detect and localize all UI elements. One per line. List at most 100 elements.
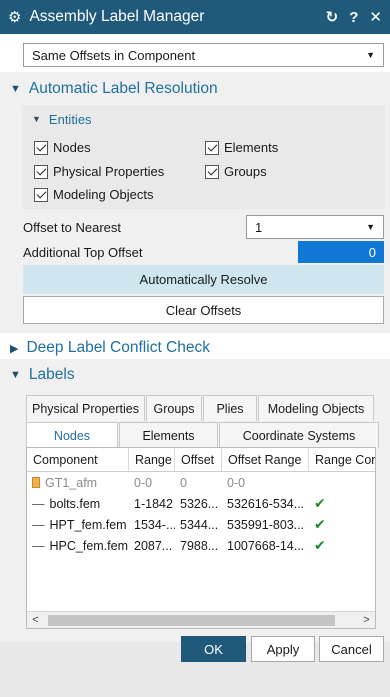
column-header[interactable]: Range Con [309, 448, 375, 471]
top-offset-input[interactable]: 0 [298, 241, 384, 263]
component-name: bolts.fem [49, 496, 101, 511]
entities-header[interactable]: ▼ Entities [22, 105, 385, 133]
table-row[interactable]: GT1_afm 0-0 0 0-0 [27, 472, 375, 493]
offset-nearest-value: 1 [255, 219, 263, 235]
checkbox-checked[interactable] [34, 187, 48, 202]
scroll-right-icon[interactable]: > [358, 614, 375, 626]
table-row[interactable]: — HPC_fem.fem 2087... 7988... 1007668-14.… [27, 535, 375, 556]
component-cell: GT1_afm [27, 472, 129, 493]
offset-cell: 0 [180, 475, 187, 490]
labels-title: Labels [28, 366, 75, 383]
chevron-down-icon: ▼ [366, 222, 375, 232]
deep-check-title: Deep Label Conflict Check [26, 339, 210, 356]
groups-checkbox[interactable]: Groups [205, 164, 267, 179]
offset-mode-select[interactable]: Same Offsets in Component ▼ [23, 43, 384, 67]
offset-cell: 7988... [180, 538, 219, 553]
offset-range-cell: 1007668-14... [227, 538, 305, 553]
column-header[interactable]: Range [129, 448, 175, 471]
nodes-checkbox[interactable]: Nodes [34, 140, 91, 155]
scroll-left-icon[interactable]: < [27, 614, 44, 626]
checkbox-label: Groups [224, 164, 267, 179]
offset-cell: 5326... [180, 496, 219, 511]
offset-range-cell: 535991-803... [227, 517, 305, 532]
title-bar: ⚙ Assembly Label Manager ↻ ? ✕ [0, 0, 390, 34]
tab-physical-properties[interactable]: Physical Properties [26, 395, 145, 421]
offset-mode-value: Same Offsets in Component [32, 47, 196, 63]
component-cell: — bolts.fem [27, 493, 129, 514]
column-header[interactable]: Offset Range [222, 448, 309, 471]
table-header: Component Range Offset Offset Range Rang… [27, 448, 375, 472]
offset-range-cell: 532616-534... [227, 496, 305, 511]
auto-resolve-button[interactable]: Automatically Resolve [23, 265, 384, 294]
table-row[interactable]: — bolts.fem 1-1842 5326... 532616-534... … [27, 493, 375, 514]
check-icon: ✔ [314, 516, 326, 532]
entities-title: Entities [48, 111, 92, 127]
apply-button[interactable]: Apply [251, 636, 315, 662]
offset-nearest-label: Offset to Nearest [23, 220, 122, 235]
component-name: HPC_fem.fem [49, 538, 129, 553]
checkbox-label: Modeling Objects [53, 187, 154, 202]
chevron-down-icon: ▼ [366, 50, 375, 60]
reset-icon[interactable]: ↻ [326, 8, 339, 26]
tab-plies[interactable]: Plies [203, 395, 257, 421]
auto-resolution-header[interactable]: ▼ Automatic Label Resolution [0, 75, 390, 103]
checkbox-label: Elements [224, 140, 279, 155]
checkbox-label: Physical Properties [53, 164, 165, 179]
top-offset-label: Additional Top Offset [23, 245, 143, 260]
collapsed-triangle-icon: ▶ [10, 342, 19, 355]
labels-tabs-top: Physical Properties Groups Plies Modelin… [26, 395, 375, 421]
range-cell: 1534-... [134, 517, 175, 532]
table-row[interactable]: — HPT_fem.fem 1534-... 5344... 535991-803… [27, 514, 375, 535]
cancel-button[interactable]: Cancel [319, 636, 384, 662]
deep-check-header[interactable]: ▶ Deep Label Conflict Check [0, 334, 390, 362]
dialog-body: Same Offsets in Component ▼ ▼ Automatic … [0, 34, 390, 697]
tab-modeling-objects[interactable]: Modeling Objects [258, 395, 374, 421]
expand-triangle-icon: ▼ [10, 369, 21, 381]
fem-icon: — [32, 496, 45, 511]
component-cell: — HPC_fem.fem [27, 535, 129, 556]
fem-icon: — [32, 517, 45, 532]
tab-coordinate-systems[interactable]: Coordinate Systems [219, 422, 379, 448]
elements-checkbox[interactable]: Elements [205, 140, 278, 155]
assembly-icon [32, 477, 40, 488]
top-offset-value: 0 [368, 244, 376, 260]
check-icon [309, 472, 375, 493]
component-name: HPT_fem.fem [49, 517, 127, 532]
checkbox-checked[interactable] [205, 140, 219, 155]
scroll-thumb[interactable] [48, 614, 335, 626]
check-icon: ✔ [314, 495, 326, 511]
close-icon[interactable]: ✕ [369, 8, 382, 26]
clear-offsets-button[interactable]: Clear Offsets [23, 296, 384, 324]
offset-range-cell: 0-0 [227, 475, 246, 490]
component-cell: — HPT_fem.fem [27, 514, 129, 535]
range-cell: 1-1842 [134, 496, 173, 511]
ok-button[interactable]: OK [181, 636, 246, 662]
modeling-objects-checkbox[interactable]: Modeling Objects [34, 187, 153, 202]
range-cell: 2087... [134, 538, 173, 553]
tab-nodes[interactable]: Nodes [26, 422, 118, 448]
expand-triangle-icon: ▼ [10, 83, 21, 95]
horizontal-scrollbar[interactable]: < > [27, 611, 375, 628]
checkbox-checked[interactable] [205, 164, 219, 179]
check-icon: ✔ [314, 537, 326, 553]
window-title: Assembly Label Manager [29, 8, 205, 25]
checkbox-checked[interactable] [34, 164, 48, 179]
column-header[interactable]: Offset [175, 448, 222, 471]
help-icon[interactable]: ? [349, 9, 358, 26]
checkbox-label: Nodes [53, 140, 91, 155]
checkbox-checked[interactable] [34, 140, 48, 155]
gear-icon[interactable]: ⚙ [8, 8, 21, 26]
offset-nearest-select[interactable]: 1 ▼ [246, 215, 384, 239]
tab-groups[interactable]: Groups [146, 395, 202, 421]
labels-tabs-bottom: Nodes Elements Coordinate Systems [26, 422, 380, 448]
column-header[interactable]: Component [27, 448, 129, 471]
fem-icon: — [32, 538, 45, 553]
range-cell: 0-0 [134, 475, 153, 490]
labels-header[interactable]: ▼ Labels [0, 361, 390, 389]
expand-triangle-icon: ▼ [32, 114, 41, 124]
labels-table: Component Range Offset Offset Range Rang… [26, 447, 376, 629]
tab-elements[interactable]: Elements [119, 422, 218, 448]
component-name: GT1_afm [45, 475, 98, 490]
physical-properties-checkbox[interactable]: Physical Properties [34, 164, 164, 179]
auto-resolution-title: Automatic Label Resolution [28, 80, 218, 97]
